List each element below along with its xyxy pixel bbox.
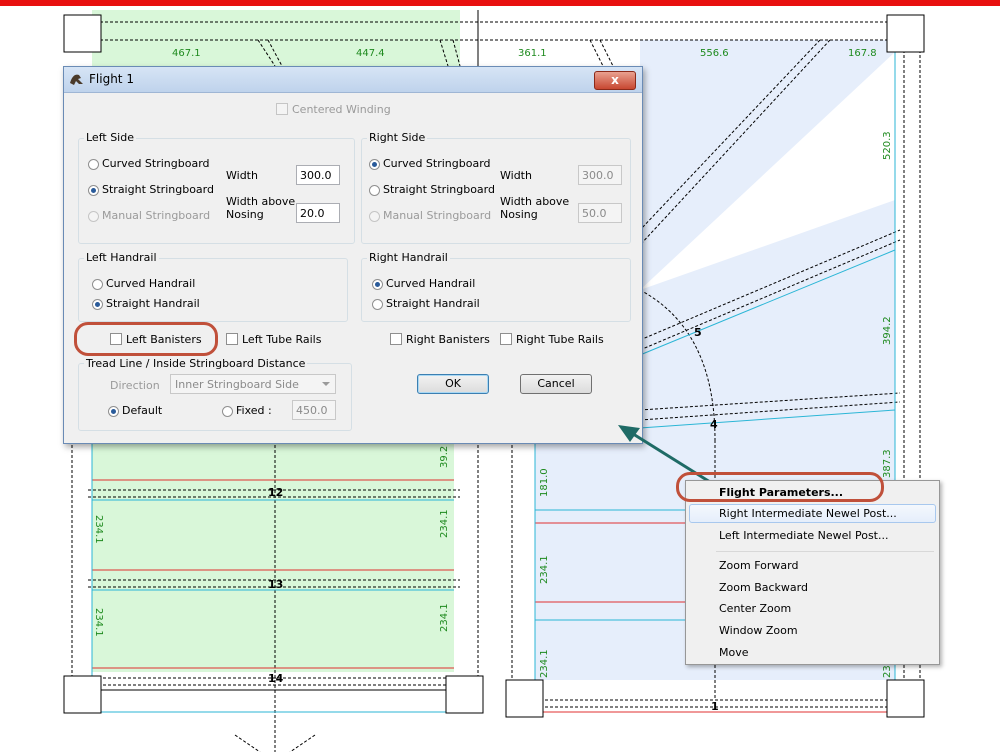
- menu-item-window-zoom[interactable]: Window Zoom: [719, 624, 798, 637]
- menu-item-center-zoom[interactable]: Center Zoom: [719, 602, 791, 615]
- flight-parameters-highlight-ring: [676, 472, 884, 502]
- menu-item-zoom-forward[interactable]: Zoom Forward: [719, 559, 798, 572]
- menu-item-left-intermediate-newel-post[interactable]: Left Intermediate Newel Post...: [719, 529, 888, 542]
- menu-item-zoom-backward[interactable]: Zoom Backward: [719, 581, 808, 594]
- menu-item-move[interactable]: Move: [719, 646, 749, 659]
- menu-item-right-intermediate-newel-post[interactable]: Right Intermediate Newel Post...: [719, 507, 897, 520]
- menu-separator: [716, 551, 934, 552]
- context-menu: Flight Parameters... Right Intermediate …: [685, 480, 940, 665]
